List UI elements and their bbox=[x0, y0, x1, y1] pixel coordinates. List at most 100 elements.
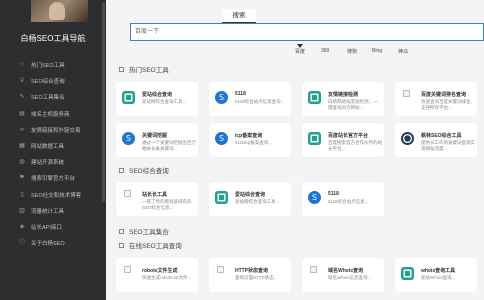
search-tab[interactable]: 搜索 bbox=[222, 9, 256, 23]
sidebar-item-label: 搜索引擎官方平台 bbox=[31, 176, 76, 183]
site-title[interactable]: 白杨SEO工具导航 bbox=[0, 33, 106, 44]
tool-name: 5118 bbox=[235, 91, 246, 97]
tool-card[interactable]: 友情链接检测 白杨网站站友链检测,...一键查询对方网站... bbox=[302, 82, 384, 116]
tool-card[interactable]: 爱站综合查询 爱站网综合查询工具... bbox=[116, 82, 198, 116]
tool-name: 百度站长官方平台 bbox=[328, 133, 369, 139]
tool-card[interactable]: 爱站综合查询 爱站网综合查询工具... bbox=[209, 182, 291, 216]
sidebar-item-label: 建站开源系统 bbox=[31, 160, 65, 167]
flag-icon: ⚑ bbox=[19, 175, 25, 182]
sidebar-item-label: 域名主机服务商 bbox=[31, 111, 70, 118]
tool-card[interactable]: robots文件生成 快速生成robots.txt文件... bbox=[116, 258, 198, 292]
link-icon: ∞ bbox=[19, 126, 25, 133]
tool-name: 爱站综合查询 bbox=[235, 192, 266, 198]
tool-logo-icon bbox=[215, 191, 228, 204]
sidebar-item-label: SEO综合查询 bbox=[31, 79, 65, 86]
tool-card[interactable]: Sicp备案查询 5118icp备案查询... bbox=[209, 123, 291, 157]
sidebar-item-7[interactable]: ⚑ 搜索引擎官方平台 bbox=[0, 170, 106, 186]
tool-card[interactable]: 百度站长官方平台 百度搜索官方合作伙伴的站长平台... bbox=[302, 123, 384, 157]
sidebar-item-9[interactable]: ▥ 流量统计工具 bbox=[0, 203, 106, 219]
tool-description: 5118综合站点信息查询... bbox=[235, 99, 285, 104]
sidebar-item-6[interactable]: ◍ 建站开源系统 bbox=[0, 154, 106, 170]
engine-tab-bing[interactable]: Bing bbox=[372, 48, 382, 54]
sidebar-item-label: 关于白杨SEO bbox=[31, 241, 65, 248]
sidebar-item-3[interactable]: ▤ 域名主机服务商 bbox=[0, 106, 106, 122]
engine-tab-baidu[interactable]: 百度 bbox=[295, 48, 305, 55]
sidebar-item-label: SEO工具集合 bbox=[31, 95, 65, 102]
tool-description: 快速查询百度关键词排名,支持所有平台... bbox=[421, 99, 472, 110]
sidebar-item-label: 热门SEO工具 bbox=[31, 63, 65, 70]
tool-logo-icon bbox=[401, 132, 414, 145]
engine-tab-360[interactable]: 360 bbox=[321, 48, 329, 54]
sidebar-item-0[interactable]: ☆ 热门SEO工具 bbox=[0, 57, 106, 73]
sidebar: 白杨SEO工具导航 ☆ 热门SEO工具 ⚲ SEO综合查询 ✎ SEO工具集合 ▤ 域名主机服… bbox=[0, 0, 106, 300]
tool-logo-icon: S bbox=[122, 132, 135, 145]
sidebar-item-11[interactable]: ⓘ 关于白杨SEO bbox=[0, 235, 106, 251]
sidebar-item-8[interactable]: ▯ SEO社交和技术博客 bbox=[0, 187, 106, 203]
chart-icon: ▦ bbox=[19, 143, 25, 150]
tool-logo-icon bbox=[308, 132, 321, 145]
tool-name: 枫林SEO综合工具 bbox=[421, 133, 462, 139]
api-icon: ◈ bbox=[19, 223, 25, 230]
section-icon bbox=[119, 228, 124, 234]
sidebar-item-label: SEO社交和技术博客 bbox=[31, 192, 82, 199]
engine-tab-sogou[interactable]: 搜狗 bbox=[347, 48, 357, 55]
tool-card[interactable]: 域名Whois查询 域名Whois信息查询... bbox=[302, 258, 384, 292]
sidebar-item-1[interactable]: ⚲ SEO综合查询 bbox=[0, 73, 106, 89]
section-title-comprehensive: SEO综合查询 bbox=[119, 165, 169, 175]
section-icon bbox=[119, 167, 124, 173]
tool-card[interactable]: S 5118 5118综合站点信息查询... bbox=[209, 82, 291, 116]
tool-card[interactable]: whois查询工具 爱站Whois查询... bbox=[395, 258, 477, 292]
tool-name: 站长长工具 bbox=[142, 192, 168, 198]
svg-text:S: S bbox=[126, 134, 131, 143]
tool-name: icp备案查询 bbox=[235, 133, 263, 139]
svg-text:S: S bbox=[219, 134, 224, 143]
tool-description: 5118icp备案查询... bbox=[235, 140, 273, 145]
sidebar-scrollbar[interactable] bbox=[102, 2, 105, 202]
tool-description: 爱站网综合查询工具... bbox=[142, 99, 187, 104]
book-icon: ▯ bbox=[20, 191, 24, 198]
tool-card[interactable]: 枫林SEO综合工具 提供从工作到关键词监测实现网站流量... bbox=[395, 123, 477, 157]
tool-logo-icon: S bbox=[308, 191, 321, 204]
section-title-text: SEO综合查询 bbox=[129, 168, 169, 175]
tool-name: 爱站综合查询 bbox=[142, 92, 173, 98]
info-icon: ⓘ bbox=[19, 240, 26, 247]
broken-image-icon bbox=[403, 90, 410, 97]
globe-icon: ◍ bbox=[19, 159, 25, 166]
tool-logo-icon: S bbox=[215, 132, 228, 145]
section-title-hot: 热门SEO工具 bbox=[119, 64, 169, 74]
broken-image-icon bbox=[310, 266, 317, 273]
tool-logo-icon bbox=[401, 267, 414, 280]
svg-text:S: S bbox=[219, 93, 224, 102]
tool-description: 快速生成robots.txt文件... bbox=[142, 275, 192, 280]
tool-description: 提供从工作到关键词监测实现网站流量... bbox=[421, 140, 475, 151]
tool-description: 查询页面HTTP状态... bbox=[235, 275, 278, 280]
tool-name: 5118 bbox=[328, 191, 339, 197]
tool-name: 百度关键词排名查询 bbox=[421, 92, 467, 98]
avatar[interactable] bbox=[31, 0, 88, 22]
sidebar-item-label: 友情链接和外链交易 bbox=[31, 127, 81, 134]
section-title-text: SEO工具集合 bbox=[129, 229, 169, 236]
sidebar-item-2[interactable]: ✎ SEO工具集合 bbox=[0, 89, 106, 105]
sidebar-item-4[interactable]: ∞ 友情链接和外链交易 bbox=[0, 122, 106, 138]
sidebar-nav: ☆ 热门SEO工具 ⚲ SEO综合查询 ✎ SEO工具集合 ▤ 域名主机服务商 ∞ 友情链接和外链… bbox=[0, 57, 106, 251]
tool-card[interactable]: S 关键词挖掘 通过一个关键词挖掘出百万相关长尾关键词... bbox=[116, 123, 198, 157]
broken-image-icon bbox=[124, 266, 131, 273]
tool-card[interactable]: HTTP状态查询 查询页面HTTP状态... bbox=[209, 258, 291, 292]
tool-description: 白杨网站站友链检测,...一键查询对方网站... bbox=[328, 99, 379, 110]
tool-card[interactable]: S 5118 5118综合站点信息... bbox=[302, 182, 384, 216]
tool-logo-icon bbox=[122, 91, 135, 104]
broken-image-icon bbox=[124, 190, 131, 197]
tool-name: whois查询工具 bbox=[421, 268, 456, 274]
search-icon: ⚲ bbox=[19, 78, 25, 85]
sidebar-item-5[interactable]: ▦ 网站数据工具 bbox=[0, 138, 106, 154]
section-title-text: 在线SEO工具查询 bbox=[129, 243, 182, 250]
search-input[interactable]: 百度一下 bbox=[130, 23, 484, 41]
tool-card[interactable]: 百度关键词排名查询 快速查询百度关键词排名,支持所有平台... bbox=[395, 82, 477, 116]
section-title-toolset: SEO工具集合 bbox=[119, 226, 169, 236]
section-icon bbox=[119, 242, 124, 248]
tool-name: 关键词挖掘 bbox=[142, 133, 168, 139]
engine-tab-shenma[interactable]: 神马 bbox=[398, 48, 408, 55]
sidebar-item-label: 流量统计工具 bbox=[31, 208, 65, 215]
tool-card[interactable]: 站长长工具 一目了然的看到该域名的SEO综合信息... bbox=[116, 182, 198, 216]
sidebar-item-10[interactable]: ◈ 站长API接口 bbox=[0, 219, 106, 235]
